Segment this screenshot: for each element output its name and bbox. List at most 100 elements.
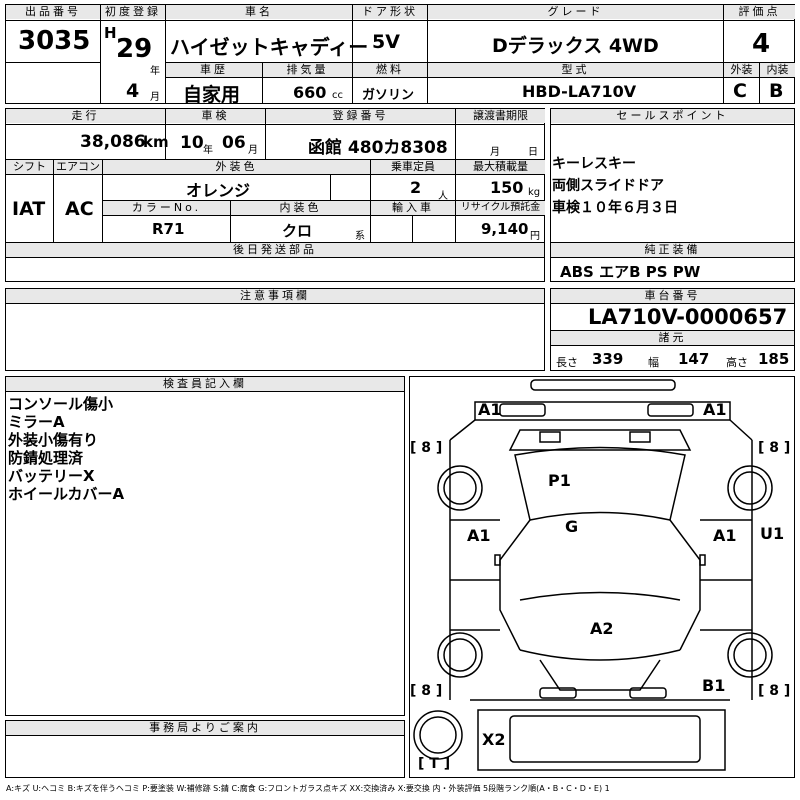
inspection-year-unit: 年 <box>203 145 213 156</box>
details-box <box>5 108 545 243</box>
reg-month: 4 <box>126 80 140 102</box>
car-name: ハイゼットキャディー <box>170 35 369 59</box>
damage-b1: B1 <box>702 676 726 695</box>
reg-year-unit: 年 <box>150 66 160 77</box>
color-no-label: カラーNo. <box>103 201 230 215</box>
grade: Dデラックス 4WD <box>492 35 659 57</box>
height-label: 高さ <box>726 356 748 369</box>
displacement: 660 <box>293 83 327 102</box>
load-unit: kg <box>528 187 541 198</box>
damage-g: G <box>565 517 579 536</box>
int-color-unit: 系 <box>355 231 365 242</box>
damage-a1-front-right: A1 <box>703 400 727 419</box>
exterior-color: オレンジ <box>186 181 251 200</box>
office-label: 事務局よりご案内 <box>6 721 404 735</box>
transfer-month-unit: 月 <box>490 147 500 158</box>
score: 4 <box>752 29 771 59</box>
tyre-depth-front-left: [ 8 ] <box>410 440 443 456</box>
recycle-fee: 9,140 <box>481 220 529 238</box>
exterior-grade: C <box>733 80 747 102</box>
inspector-label: 検査員記入欄 <box>6 377 404 391</box>
later-parts-label: 後日発送部品 <box>6 243 544 257</box>
damage-a1-right: A1 <box>713 526 737 545</box>
car-damage-diagram <box>413 379 773 771</box>
transfer-label: 譲渡書期限 <box>456 109 545 123</box>
sales-point-3: 車検１０年６月３日 <box>552 200 678 216</box>
lot-number: 3035 <box>18 26 91 56</box>
inspector-line-6: ホイールカバーA <box>8 485 125 503</box>
grade-label: グレード <box>428 5 723 19</box>
score-label: 評価点 <box>724 5 795 19</box>
history: 自家用 <box>183 84 241 106</box>
sales-label: セールスポイント <box>551 109 794 123</box>
door-label: ドア形状 <box>353 5 427 19</box>
first-reg-label: 初度登録 <box>101 5 165 19</box>
ac: AC <box>65 198 94 220</box>
color-label: 外装色 <box>103 160 370 174</box>
tyre-depth-rear-right: [ 8 ] <box>758 683 791 699</box>
damage-p1: P1 <box>548 471 571 490</box>
inspector-line-1: コンソール傷小 <box>8 395 114 413</box>
max-load: 150 <box>490 178 524 197</box>
mileage-unit: km <box>143 133 169 151</box>
reg-month-unit: 月 <box>150 92 160 103</box>
reg-year: 29 <box>116 34 153 64</box>
equipment-value: ABS エアB PS PW <box>560 263 701 281</box>
int-color-label: 内装色 <box>231 201 370 215</box>
width: 147 <box>678 350 710 368</box>
inspection-month: 06 <box>222 133 246 153</box>
transfer-day-unit: 日 <box>528 147 538 158</box>
door-type: 5V <box>372 31 400 53</box>
length: 339 <box>592 350 624 368</box>
tyre-depth-front-right: [ 8 ] <box>758 440 791 456</box>
legend: A:キズ U:ヘコミ B:キズを伴うヘコミ P:要塗装 W:補修跡 S:錆 C:… <box>6 784 610 793</box>
import-label: 輸入車 <box>371 201 455 215</box>
inspector-line-5: バッテリーX <box>8 467 95 485</box>
interior-grade: B <box>769 80 784 102</box>
name-label: 車名 <box>166 5 352 19</box>
tyre-depth-rear-left: [ 8 ] <box>410 683 443 699</box>
equipment-label: 純正装備 <box>551 243 794 257</box>
mileage: 38,086 <box>80 132 146 152</box>
inspector-line-4: 防錆処理済 <box>8 449 84 467</box>
interior-label: 内装 <box>760 63 795 77</box>
chassis-number: LA710V-0000657 <box>588 305 788 329</box>
shift: IAT <box>12 198 46 220</box>
plate-number: 函館 480カ8308 <box>308 138 448 158</box>
damage-a2: A2 <box>590 619 614 638</box>
era: H <box>104 24 117 42</box>
inspection-month-unit: 月 <box>248 145 258 156</box>
interior-color: クロ <box>282 222 313 240</box>
model-label: 型式 <box>428 63 723 77</box>
recycle-unit: 円 <box>530 231 540 242</box>
inspection-label: 車検 <box>166 109 265 123</box>
lot-label: 出品番号 <box>6 5 100 19</box>
exterior-label: 外装 <box>724 63 759 77</box>
ac-label: エアコン <box>54 160 102 174</box>
mileage-label: 走行 <box>6 109 165 123</box>
sales-point-2: 両側スライドドア <box>552 178 664 194</box>
fuel-label: 燃料 <box>353 63 427 77</box>
chassis-label: 車台番号 <box>551 289 794 303</box>
height: 185 <box>758 350 790 368</box>
load-label: 最大積載量 <box>456 160 545 174</box>
displacement-unit: cc <box>332 90 343 101</box>
inspection-year: 10 <box>180 133 204 153</box>
capacity-unit: 人 <box>438 191 448 202</box>
length-label: 長さ <box>556 356 578 369</box>
history-label: 車歴 <box>166 63 262 77</box>
capacity: 2 <box>410 178 422 197</box>
damage-a1-front-left: A1 <box>478 400 502 419</box>
fuel: ガソリン <box>362 88 415 103</box>
specs-label: 諸元 <box>551 331 794 345</box>
sales-point-1: キーレスキー <box>552 156 636 172</box>
notes-label: 注意事項欄 <box>6 289 544 303</box>
plate-label: 登録番号 <box>266 109 455 123</box>
inspector-line-2: ミラーA <box>8 413 65 431</box>
displacement-label: 排気量 <box>263 63 352 77</box>
capacity-label: 乗車定員 <box>371 160 455 174</box>
inspector-box <box>5 376 405 716</box>
damage-u1: U1 <box>760 524 785 543</box>
color-no: R71 <box>152 220 185 238</box>
inspector-line-3: 外装小傷有り <box>8 431 99 449</box>
